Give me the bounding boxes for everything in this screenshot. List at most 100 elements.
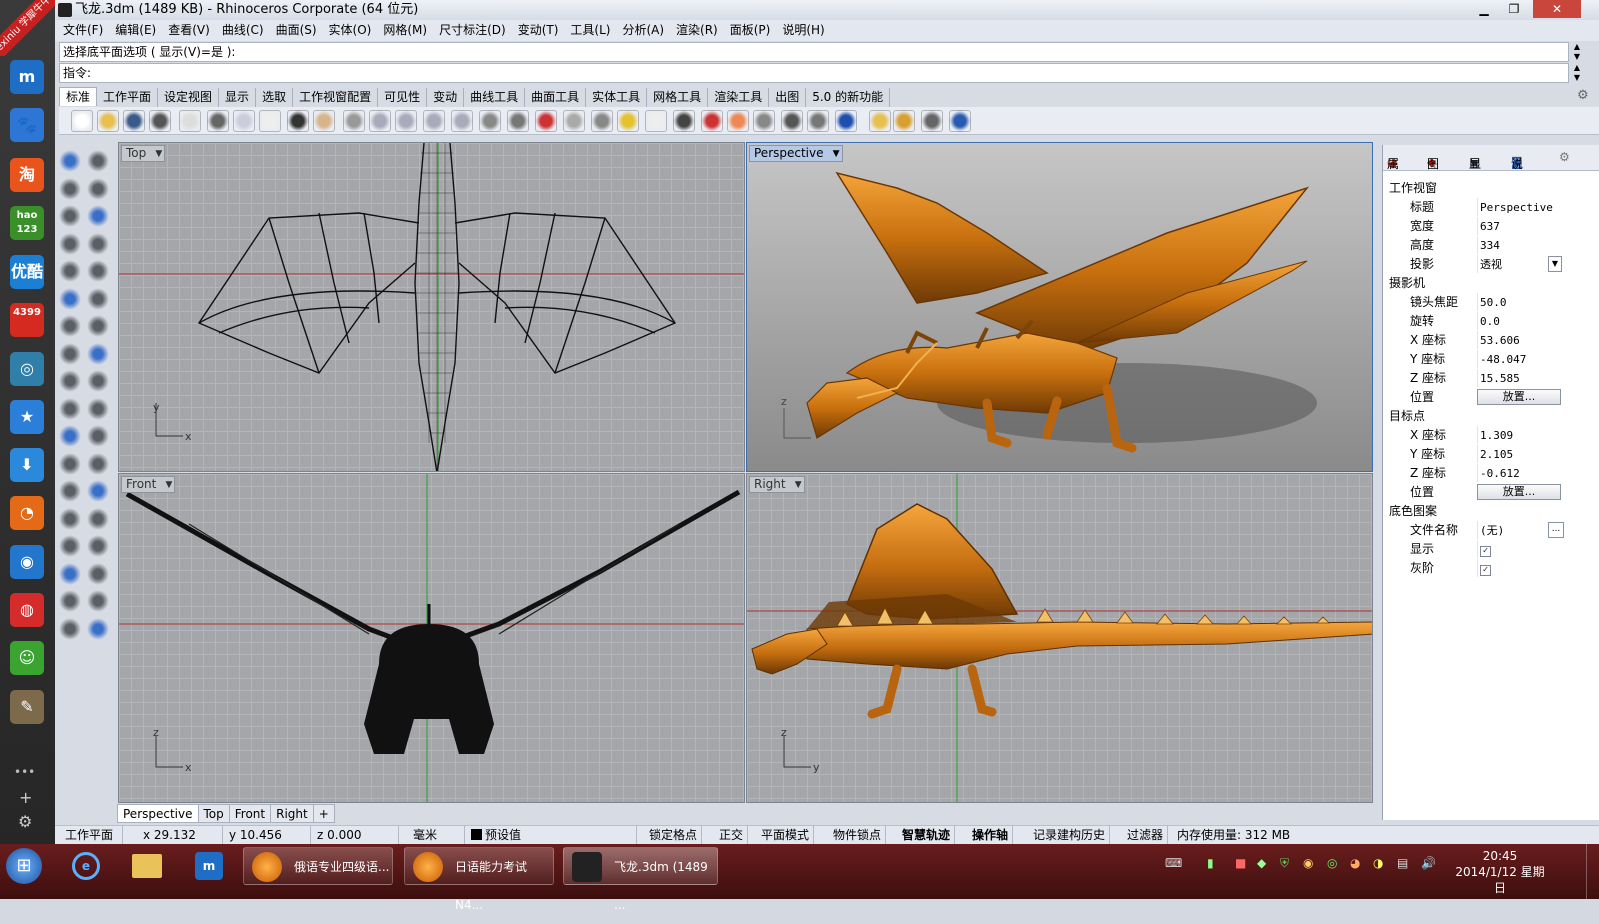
viewport-menu-dropdown-icon[interactable]: ▼ (155, 147, 162, 162)
toolbar-tab[interactable]: 渲染工具 (708, 88, 770, 107)
viewport-tab[interactable]: Top (197, 804, 230, 823)
status-snap[interactable]: 锁定格点 (645, 826, 703, 845)
rotate-view-icon[interactable] (479, 110, 501, 132)
curve-tools-icon[interactable] (59, 452, 81, 475)
menu-item[interactable]: 说明(H) (782, 23, 824, 37)
taskbar-button-russian[interactable]: 俄语专业四级语... (243, 847, 393, 885)
status-cplane[interactable]: 工作平面 (61, 826, 123, 845)
close-button[interactable]: ✕ (1533, 0, 1581, 18)
smile-icon[interactable]: ☺ (10, 641, 44, 675)
show-checkbox[interactable]: ✓ (1480, 546, 1491, 557)
cut-icon[interactable] (207, 110, 229, 132)
viewport-perspective[interactable]: z Perspective ▼ (746, 142, 1373, 472)
menu-item[interactable]: 面板(P) (730, 23, 771, 37)
mirror-icon[interactable] (87, 507, 109, 530)
toolbar-tab[interactable]: 工作视窗配置 (293, 88, 379, 107)
viewport-menu-dropdown-icon[interactable]: ▼ (795, 478, 802, 493)
keyboard-tray-icon[interactable]: ⌨ (1165, 856, 1182, 870)
projection-dropdown-icon[interactable]: ▼ (1548, 256, 1562, 272)
4399-icon[interactable]: 4399 (10, 303, 44, 337)
hao123-icon[interactable]: hao 123 (10, 206, 44, 240)
volume-tray-icon[interactable]: 🔊 (1421, 856, 1436, 870)
explorer-pinned-icon[interactable] (132, 854, 162, 878)
tray-app4-icon[interactable]: ◉ (1303, 856, 1313, 870)
tray-app7-icon[interactable]: ◑ (1373, 856, 1383, 870)
car-icon[interactable] (535, 110, 557, 132)
point-icon[interactable] (87, 150, 109, 172)
undo-icon[interactable] (287, 110, 309, 132)
cylinder-icon[interactable] (59, 342, 81, 365)
favorite-star-icon[interactable]: ★ (10, 400, 44, 434)
menu-item[interactable]: 查看(V) (168, 23, 210, 37)
status-osnap[interactable]: 物件锁点 (829, 826, 887, 845)
tray-app6-icon[interactable]: ◕ (1350, 856, 1360, 870)
array-icon[interactable] (59, 507, 81, 530)
taskbar-button-rhino[interactable]: 飞龙.3dm (1489 ... (563, 847, 718, 912)
status-smarttrack[interactable]: 智慧轨迹 (898, 826, 956, 845)
tray-app2-icon[interactable]: ■ (1235, 856, 1246, 870)
menu-item[interactable]: 渲染(R) (676, 23, 718, 37)
3d-box-icon[interactable] (59, 535, 81, 557)
add-viewport-tab-button[interactable]: + (312, 804, 335, 823)
paint-bucket-icon[interactable] (87, 617, 109, 640)
menu-item[interactable]: 变动(T) (518, 23, 559, 37)
target-place-button[interactable]: 放置... (1477, 484, 1561, 500)
toolbar-tab[interactable]: 显示 (219, 88, 257, 107)
taskbar-button-japanese[interactable]: 日语能力考试N4... (404, 847, 554, 912)
shape-icon[interactable] (59, 617, 81, 640)
prop-height-field[interactable]: 334 (1477, 236, 1567, 254)
network-tray-icon[interactable]: ▤ (1397, 856, 1408, 870)
command-input[interactable]: 指令: (59, 63, 1569, 83)
puzzle-icon[interactable] (59, 370, 81, 392)
dock-add-icon[interactable]: + (19, 788, 32, 807)
align-icon[interactable] (87, 397, 109, 420)
prop-target-y-field[interactable]: 2.105 (1477, 445, 1567, 463)
restore-button[interactable]: ❐ (1500, 0, 1528, 18)
scroll-down-icon[interactable]: ▲ ▼ (1571, 63, 1583, 83)
blue-sphere-icon[interactable] (835, 110, 857, 132)
surface-box-icon[interactable] (59, 287, 81, 310)
camera-place-button[interactable]: 放置... (1477, 389, 1561, 405)
osnap-icon[interactable] (591, 110, 613, 132)
toolbar-tab[interactable]: 5.0 的新功能 (806, 88, 891, 107)
rectangle-icon[interactable] (87, 232, 109, 255)
prop-target-z-field[interactable]: -0.612 (1477, 464, 1567, 482)
prop-title-field[interactable]: Perspective (1477, 198, 1567, 216)
shaded-sphere-icon[interactable] (781, 110, 803, 132)
tray-app3-icon[interactable]: ◆ (1257, 856, 1266, 870)
prop-lens-field[interactable]: 50.0 (1477, 293, 1567, 311)
maxthon-icon[interactable]: m (10, 60, 44, 94)
browse-file-button[interactable]: ... (1548, 522, 1564, 538)
toolbar-tab[interactable]: 曲面工具 (525, 88, 587, 107)
control-point-curve-icon[interactable] (87, 177, 109, 200)
menu-item[interactable]: 编辑(E) (115, 23, 156, 37)
circle-icon[interactable] (59, 205, 81, 227)
minimize-button[interactable]: ▁ (1470, 0, 1498, 18)
viewport-front[interactable]: z x Front ▼ (118, 473, 745, 803)
zoom-extents-icon[interactable] (423, 110, 445, 132)
color-wheel-icon[interactable] (727, 110, 749, 132)
wireframe-sphere-icon[interactable] (753, 110, 775, 132)
viewport-top-label[interactable]: Top ▼ (121, 145, 166, 162)
toolbar-tab[interactable]: 实体工具 (586, 88, 648, 107)
perspective-view-icon[interactable] (563, 110, 585, 132)
paste-icon[interactable] (259, 110, 281, 132)
viewport-perspective-label[interactable]: Perspective ▼ (749, 145, 843, 162)
help-icon[interactable] (949, 110, 971, 132)
ellipse-icon[interactable] (87, 205, 109, 227)
dock-gear-icon[interactable]: ⚙ (18, 812, 32, 831)
game-controller-icon[interactable]: ◉ (10, 545, 44, 579)
surface-edit-icon[interactable] (87, 287, 109, 310)
transform-icon[interactable] (59, 397, 81, 420)
taobao-icon[interactable]: 淘 (10, 158, 44, 192)
toolbar-tab[interactable]: 工作平面 (97, 88, 159, 107)
points-icon[interactable] (617, 110, 639, 132)
menu-item[interactable]: 文件(F) (63, 23, 103, 37)
toolbar-tab[interactable]: 网格工具 (647, 88, 709, 107)
toolbar-tab[interactable]: 变动 (427, 88, 465, 107)
viewport-front-label[interactable]: Front ▼ (121, 476, 176, 493)
download-icon[interactable]: ⬇ (10, 448, 44, 482)
rendered-sphere-icon[interactable] (807, 110, 829, 132)
menu-item[interactable]: 曲线(C) (222, 23, 264, 37)
new-file-icon[interactable] (71, 110, 93, 132)
